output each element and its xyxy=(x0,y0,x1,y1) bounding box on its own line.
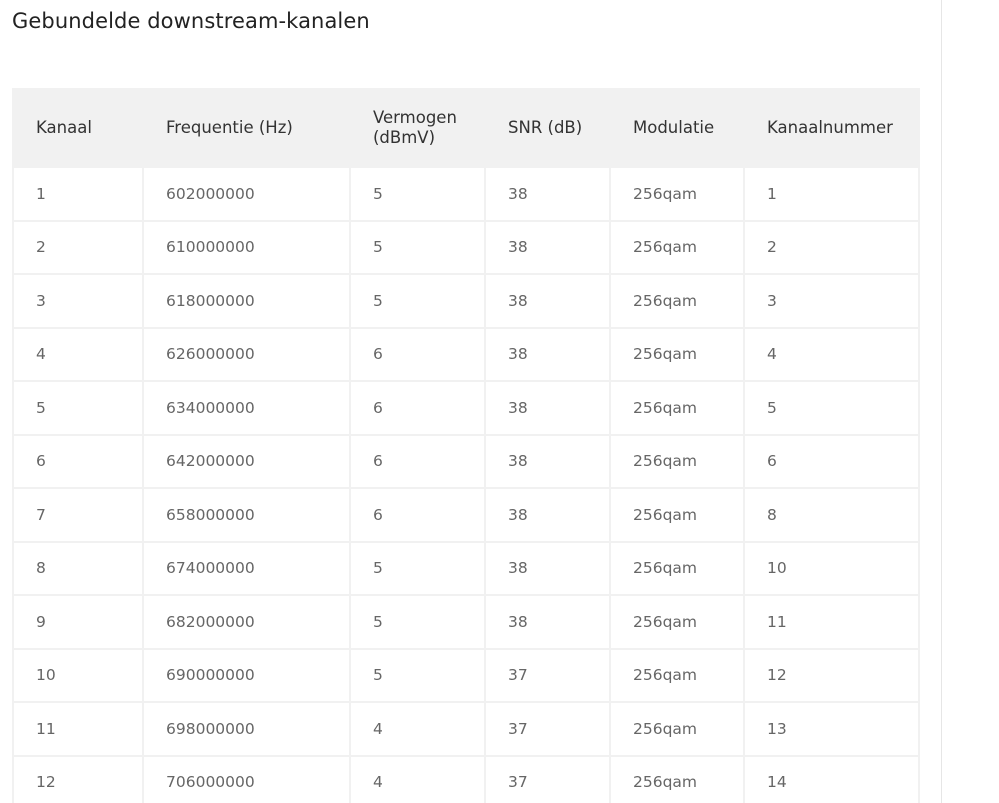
table-row: 6 642000000 6 38 256qam 6 xyxy=(12,433,920,489)
cell-vermogen: 6 xyxy=(349,326,486,382)
header-frequentie: Frequentie (Hz) xyxy=(142,88,351,168)
table-row: 2 610000000 5 38 256qam 2 xyxy=(12,219,920,275)
cell-modulatie: 256qam xyxy=(609,594,745,650)
cell-modulatie: 256qam xyxy=(609,540,745,596)
cell-kanaalnummer: 8 xyxy=(743,487,920,543)
cell-kanaal: 5 xyxy=(12,380,144,436)
page-title: Gebundelde downstream-kanalen xyxy=(12,9,370,33)
table-row: 10 690000000 5 37 256qam 12 xyxy=(12,647,920,703)
cell-frequentie: 642000000 xyxy=(142,433,351,489)
cell-frequentie: 602000000 xyxy=(142,166,351,222)
cell-snr: 38 xyxy=(484,326,611,382)
table-body: 1 602000000 5 38 256qam 1 2 610000000 5 38 256qam 2… xyxy=(12,166,920,803)
cell-frequentie: 610000000 xyxy=(142,219,351,275)
cell-frequentie: 658000000 xyxy=(142,487,351,543)
cell-snr: 37 xyxy=(484,701,611,757)
cell-kanaal: 11 xyxy=(12,701,144,757)
cell-modulatie: 256qam xyxy=(609,647,745,703)
cell-kanaalnummer: 11 xyxy=(743,594,920,650)
cell-frequentie: 682000000 xyxy=(142,594,351,650)
cell-frequentie: 690000000 xyxy=(142,647,351,703)
cell-kanaal: 10 xyxy=(12,647,144,703)
cell-vermogen: 4 xyxy=(349,754,486,803)
cell-kanaalnummer: 4 xyxy=(743,326,920,382)
cell-vermogen: 5 xyxy=(349,540,486,596)
cell-frequentie: 698000000 xyxy=(142,701,351,757)
cell-vermogen: 5 xyxy=(349,647,486,703)
cell-modulatie: 256qam xyxy=(609,701,745,757)
header-modulatie: Modulatie xyxy=(609,88,745,168)
cell-kanaalnummer: 5 xyxy=(743,380,920,436)
table-row: 9 682000000 5 38 256qam 11 xyxy=(12,594,920,650)
cell-modulatie: 256qam xyxy=(609,380,745,436)
table-row: 1 602000000 5 38 256qam 1 xyxy=(12,166,920,222)
cell-vermogen: 5 xyxy=(349,273,486,329)
cell-frequentie: 618000000 xyxy=(142,273,351,329)
cell-vermogen: 5 xyxy=(349,166,486,222)
cell-kanaalnummer: 12 xyxy=(743,647,920,703)
table-row: 8 674000000 5 38 256qam 10 xyxy=(12,540,920,596)
cell-snr: 37 xyxy=(484,647,611,703)
cell-frequentie: 634000000 xyxy=(142,380,351,436)
table-row: 5 634000000 6 38 256qam 5 xyxy=(12,380,920,436)
cell-vermogen: 5 xyxy=(349,219,486,275)
cell-kanaal: 1 xyxy=(12,166,144,222)
cell-kanaal: 8 xyxy=(12,540,144,596)
cell-modulatie: 256qam xyxy=(609,326,745,382)
cell-vermogen: 6 xyxy=(349,487,486,543)
header-kanaalnummer: Kanaalnummer xyxy=(743,88,920,168)
cell-vermogen: 4 xyxy=(349,701,486,757)
cell-kanaal: 9 xyxy=(12,594,144,650)
content-divider xyxy=(941,0,942,803)
cell-kanaal: 6 xyxy=(12,433,144,489)
cell-kanaal: 12 xyxy=(12,754,144,803)
cell-snr: 37 xyxy=(484,754,611,803)
header-snr: SNR (dB) xyxy=(484,88,611,168)
table-row: 3 618000000 5 38 256qam 3 xyxy=(12,273,920,329)
cell-kanaal: 2 xyxy=(12,219,144,275)
table-row: 4 626000000 6 38 256qam 4 xyxy=(12,326,920,382)
cell-frequentie: 626000000 xyxy=(142,326,351,382)
cell-kanaalnummer: 14 xyxy=(743,754,920,803)
cell-kanaalnummer: 3 xyxy=(743,273,920,329)
cell-snr: 38 xyxy=(484,166,611,222)
cell-snr: 38 xyxy=(484,273,611,329)
table-row: 12 706000000 4 37 256qam 14 xyxy=(12,754,920,803)
cell-modulatie: 256qam xyxy=(609,754,745,803)
cell-modulatie: 256qam xyxy=(609,487,745,543)
cell-snr: 38 xyxy=(484,487,611,543)
table-row: 7 658000000 6 38 256qam 8 xyxy=(12,487,920,543)
cell-kanaalnummer: 6 xyxy=(743,433,920,489)
downstream-channels-table: Kanaal Frequentie (Hz) Vermogen (dBmV) S… xyxy=(12,88,920,803)
cell-snr: 38 xyxy=(484,219,611,275)
cell-frequentie: 706000000 xyxy=(142,754,351,803)
cell-modulatie: 256qam xyxy=(609,166,745,222)
cell-kanaalnummer: 13 xyxy=(743,701,920,757)
header-kanaal: Kanaal xyxy=(12,88,144,168)
cell-kanaalnummer: 10 xyxy=(743,540,920,596)
cell-vermogen: 6 xyxy=(349,380,486,436)
cell-kanaal: 7 xyxy=(12,487,144,543)
cell-modulatie: 256qam xyxy=(609,219,745,275)
table-header-row: Kanaal Frequentie (Hz) Vermogen (dBmV) S… xyxy=(12,88,920,168)
page: Gebundelde downstream-kanalen Kanaal Fre… xyxy=(0,0,999,803)
cell-snr: 38 xyxy=(484,540,611,596)
cell-modulatie: 256qam xyxy=(609,433,745,489)
cell-kanaalnummer: 1 xyxy=(743,166,920,222)
cell-frequentie: 674000000 xyxy=(142,540,351,596)
cell-vermogen: 6 xyxy=(349,433,486,489)
cell-kanaal: 4 xyxy=(12,326,144,382)
table-row: 11 698000000 4 37 256qam 13 xyxy=(12,701,920,757)
cell-snr: 38 xyxy=(484,594,611,650)
cell-snr: 38 xyxy=(484,380,611,436)
cell-vermogen: 5 xyxy=(349,594,486,650)
cell-modulatie: 256qam xyxy=(609,273,745,329)
header-vermogen: Vermogen (dBmV) xyxy=(349,88,486,168)
cell-kanaal: 3 xyxy=(12,273,144,329)
cell-snr: 38 xyxy=(484,433,611,489)
cell-kanaalnummer: 2 xyxy=(743,219,920,275)
